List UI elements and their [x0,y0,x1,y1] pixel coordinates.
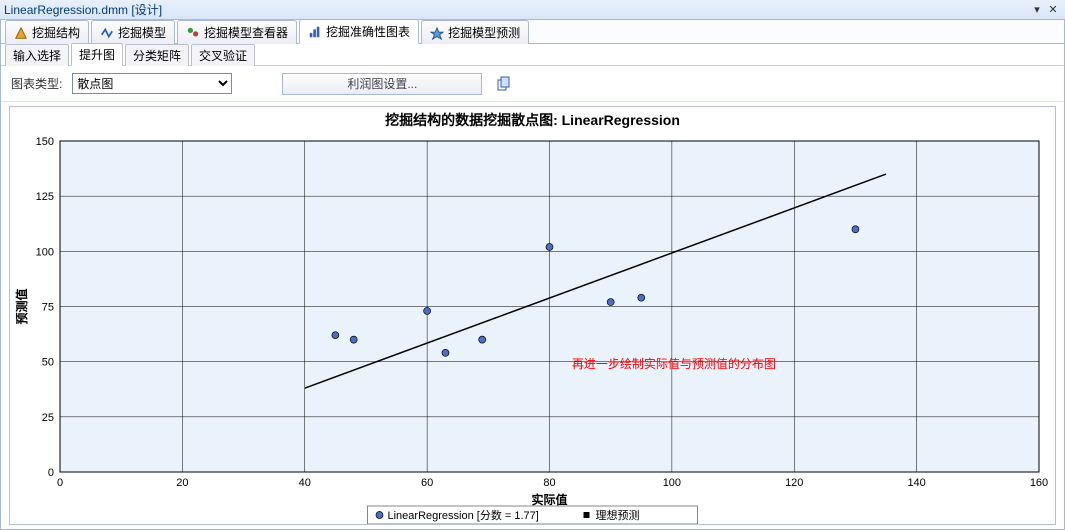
sub-tab-2[interactable]: 分类矩阵 [125,44,189,66]
svg-text:0: 0 [57,477,63,489]
svg-text:理想预测: 理想预测 [596,508,640,522]
sub-tab-1[interactable]: 提升图 [71,43,123,66]
chart-type-select[interactable]: 散点图 [72,73,232,94]
window-title: LinearRegression.dmm [设计] [4,1,1029,18]
svg-text:150: 150 [36,136,54,148]
main-tab-3[interactable]: 挖掘准确性图表 [299,19,419,44]
svg-text:125: 125 [36,191,54,203]
svg-text:75: 75 [42,302,54,314]
scatter-chart: 0 20 40 60 80 100 120 140 160 0 25 50 75 100 125 150 挖掘结… [10,107,1055,524]
main-tab-4[interactable]: 挖掘模型预测 [421,20,529,44]
window-minimize-icon[interactable]: ▾ [1029,3,1045,16]
svg-text:40: 40 [299,477,311,489]
main-tab-2[interactable]: 挖掘模型查看器 [177,20,297,44]
toolbar: 图表类型: 散点图 利润图设置... [1,66,1064,102]
svg-text:140: 140 [907,477,925,489]
window-close-icon[interactable]: ✕ [1045,3,1061,16]
copy-button[interactable] [492,73,516,95]
chart-area: 0 20 40 60 80 100 120 140 160 0 25 50 75 100 125 150 挖掘结… [1,102,1064,529]
svg-text:0: 0 [48,467,54,479]
svg-text:100: 100 [36,246,54,258]
svg-text:实际值: 实际值 [531,492,567,507]
window-titlebar: LinearRegression.dmm [设计] ▾ ✕ [0,0,1065,20]
svg-text:预测值: 预测值 [14,288,29,324]
svg-text:挖掘结构的数据挖掘散点图: LinearRegression: 挖掘结构的数据挖掘散点图: LinearRegression [385,112,680,128]
copy-icon [496,76,512,92]
profit-settings-button[interactable]: 利润图设置... [282,73,482,95]
svg-text:60: 60 [421,477,433,489]
svg-text:120: 120 [785,477,803,489]
main-tabrow: 挖掘结构 挖掘模型 挖掘模型查看器 挖掘准确性图表 挖掘模型预测 [1,20,1064,44]
main-tab-label: 挖掘结构 [32,24,80,41]
chart-container: 0 20 40 60 80 100 120 140 160 0 25 50 75 100 125 150 挖掘结… [9,106,1056,525]
sub-tabrow: 输入选择提升图分类矩阵交叉验证 [1,44,1064,66]
sub-tab-3[interactable]: 交叉验证 [191,44,255,66]
main-tab-label: 挖掘模型 [118,24,166,41]
sub-tab-0[interactable]: 输入选择 [5,44,69,66]
main-tab-0[interactable]: 挖掘结构 [5,20,89,44]
svg-text:100: 100 [663,477,681,489]
main-tab-label: 挖掘准确性图表 [326,23,410,40]
annotation-text: 再进一步绘制实际值与预测值的分布图 [572,355,776,372]
main-tab-label: 挖掘模型预测 [448,24,520,41]
main-tab-1[interactable]: 挖掘模型 [91,20,175,44]
svg-text:LinearRegression [分数 = 1.77]: LinearRegression [分数 = 1.77] [388,509,539,522]
chart-type-label: 图表类型: [11,75,62,92]
svg-text:160: 160 [1030,477,1048,489]
profit-settings-label: 利润图设置... [347,75,417,92]
svg-text:25: 25 [42,412,54,424]
svg-text:80: 80 [543,477,555,489]
svg-text:20: 20 [176,477,188,489]
main-tab-label: 挖掘模型查看器 [204,24,288,41]
svg-text:50: 50 [42,357,54,369]
